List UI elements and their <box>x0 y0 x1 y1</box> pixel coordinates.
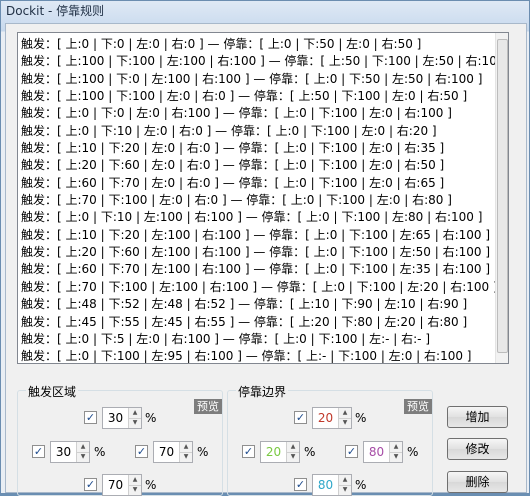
trigger-left-checkbox[interactable]: ✓ <box>32 445 45 458</box>
vertical-scrollbar[interactable] <box>495 33 508 363</box>
dock-preview-button[interactable]: 预览 <box>404 399 432 414</box>
trigger-left-spinner[interactable]: 30 ▲ ▼ <box>50 441 90 463</box>
spinner-down-icon[interactable]: ▼ <box>180 452 192 462</box>
dock-bottom-value[interactable]: 80 <box>313 475 338 495</box>
rule-row[interactable]: 触发：[ 上:10 | 下:20 | 左:0 | 右:0 ] — 停靠：[ 上:… <box>21 140 494 157</box>
rule-row[interactable]: 触发：[ 上:70 | 下:100 | 左:100 | 右:100 ] — 停靠… <box>21 279 498 296</box>
trigger-right-value[interactable]: 70 <box>154 442 179 462</box>
trigger-bottom-checkbox[interactable]: ✓ <box>84 478 97 491</box>
dock-top-spinner[interactable]: 20 ▲ ▼ <box>312 407 352 429</box>
modify-button[interactable]: 修改 <box>447 438 508 460</box>
dock-left-value[interactable]: 20 <box>261 442 286 462</box>
rule-row[interactable]: 触发：[ 上:20 | 下:60 | 左:0 | 右:0 ] — 停靠：[ 上:… <box>21 157 494 174</box>
trigger-left-percent: % <box>94 445 106 459</box>
scrollbar-thumb[interactable] <box>497 39 508 353</box>
rule-row[interactable]: 触发：[ 上:10 | 下:20 | 左:100 | 右:100 ] — 停靠：… <box>21 227 494 244</box>
spinner-arrows: ▲ ▼ <box>128 408 141 428</box>
spinner-down-icon[interactable]: ▼ <box>287 452 299 462</box>
spinner-arrows: ▲ ▼ <box>338 475 351 495</box>
spinner-arrows: ▲ ▼ <box>76 442 89 462</box>
spinner-down-icon[interactable]: ▼ <box>390 452 402 462</box>
spinner-down-icon[interactable]: ▼ <box>339 418 351 428</box>
title-bar[interactable]: Dockit - 停靠规则 <box>1 1 529 23</box>
trigger-area-group: 触发区域 预览 ✓ 30 ▲ ▼ % ✓ 30 ▲ ▼ % ✓ 70 ▲ ▼ %… <box>17 383 223 496</box>
rule-row[interactable]: 触发：[ 上:0 | 下:0 | 左:0 | 右:0 ] — 停靠：[ 上:0 … <box>21 36 494 53</box>
trigger-preview-button[interactable]: 预览 <box>194 399 222 414</box>
rule-row[interactable]: 触发：[ 上:0 | 下:100 | 左:95 | 右:100 ] — 停靠：[… <box>21 348 494 363</box>
dock-boundary-legend: 停靠边界 <box>236 383 289 400</box>
rule-row[interactable]: 触发：[ 上:100 | 下:0 | 左:100 | 右:100 ] — 停靠：… <box>21 71 494 88</box>
dock-left-percent: % <box>304 445 316 459</box>
dock-top-percent: % <box>355 411 367 425</box>
dock-top-checkbox[interactable]: ✓ <box>294 411 307 424</box>
dock-bottom-spinner[interactable]: 80 ▲ ▼ <box>312 474 352 496</box>
rule-row[interactable]: 触发：[ 上:0 | 下:0 | 左:0 | 右:100 ] — 停靠：[ 上:… <box>21 105 494 122</box>
trigger-bottom-percent: % <box>145 478 157 492</box>
rule-row[interactable]: 触发：[ 上:60 | 下:70 | 左:0 | 右:0 ] — 停靠：[ 上:… <box>21 175 494 192</box>
window-title: Dockit - 停靠规则 <box>6 4 105 18</box>
rule-row[interactable]: 触发：[ 上:45 | 下:55 | 左:45 | 右:55 ] — 停靠：[ … <box>21 314 494 331</box>
dock-top-value[interactable]: 20 <box>313 408 338 428</box>
add-button[interactable]: 增加 <box>447 406 508 428</box>
rules-list[interactable]: 触发：[ 上:0 | 下:0 | 左:0 | 右:0 ] — 停靠：[ 上:0 … <box>17 32 509 364</box>
trigger-top-percent: % <box>145 411 157 425</box>
rule-row[interactable]: 触发：[ 上:48 | 下:52 | 左:48 | 右:52 ] — 停靠：[ … <box>21 296 494 313</box>
dock-right-checkbox[interactable]: ✓ <box>345 445 358 458</box>
dockit-window: Dockit - 停靠规则 触发：[ 上:0 | 下:0 | 左:0 | 右:0… <box>0 0 530 496</box>
rule-row[interactable]: 触发：[ 上:0 | 下:5 | 左:0 | 右:100 ] — 停靠：[ 上:… <box>21 331 494 348</box>
rule-row[interactable]: 触发：[ 上:100 | 下:100 | 左:0 | 右:0 ] — 停靠：[ … <box>21 88 494 105</box>
dock-bottom-percent: % <box>355 478 367 492</box>
trigger-bottom-value[interactable]: 70 <box>103 475 128 495</box>
trigger-right-percent: % <box>197 445 209 459</box>
rule-row[interactable]: 触发：[ 上:100 | 下:100 | 左:100 | 右:100 ] — 停… <box>21 53 508 70</box>
trigger-left-value[interactable]: 30 <box>51 442 76 462</box>
dock-right-value[interactable]: 80 <box>364 442 389 462</box>
spinner-arrows: ▲ ▼ <box>389 442 402 462</box>
spinner-arrows: ▲ ▼ <box>128 475 141 495</box>
trigger-area-legend: 触发区域 <box>26 383 79 400</box>
spinner-down-icon[interactable]: ▼ <box>77 452 89 462</box>
trigger-bottom-spinner[interactable]: 70 ▲ ▼ <box>102 474 142 496</box>
spinner-down-icon[interactable]: ▼ <box>129 418 141 428</box>
trigger-top-spinner[interactable]: 30 ▲ ▼ <box>102 407 142 429</box>
rule-row[interactable]: 触发：[ 上:0 | 下:10 | 左:100 | 右:100 ] — 停靠：[… <box>21 209 494 226</box>
rule-row[interactable]: 触发：[ 上:60 | 下:70 | 左:100 | 右:100 ] — 停靠：… <box>21 261 494 278</box>
dock-left-checkbox[interactable]: ✓ <box>242 445 255 458</box>
dock-right-percent: % <box>407 445 419 459</box>
spinner-arrows: ▲ ▼ <box>338 408 351 428</box>
spinner-arrows: ▲ ▼ <box>179 442 192 462</box>
trigger-right-checkbox[interactable]: ✓ <box>135 445 148 458</box>
rule-row[interactable]: 触发：[ 上:20 | 下:60 | 左:100 | 右:100 ] — 停靠：… <box>21 244 494 261</box>
dock-right-spinner[interactable]: 80 ▲ ▼ <box>363 441 403 463</box>
dock-left-spinner[interactable]: 20 ▲ ▼ <box>260 441 300 463</box>
trigger-top-value[interactable]: 30 <box>103 408 128 428</box>
rule-row[interactable]: 触发：[ 上:0 | 下:10 | 左:0 | 右:0 ] — 停靠：[ 上:0… <box>21 123 494 140</box>
spinner-arrows: ▲ ▼ <box>286 442 299 462</box>
trigger-right-spinner[interactable]: 70 ▲ ▼ <box>153 441 193 463</box>
rules-rows: 触发：[ 上:0 | 下:0 | 左:0 | 右:0 ] — 停靠：[ 上:0 … <box>21 36 508 363</box>
dialog-client: 触发：[ 上:0 | 下:0 | 左:0 | 右:0 ] — 停靠：[ 上:0 … <box>5 23 527 496</box>
trigger-top-checkbox[interactable]: ✓ <box>84 411 97 424</box>
rule-row[interactable]: 触发：[ 上:70 | 下:100 | 左:0 | 右:0 ] — 停靠：[ 上… <box>21 192 494 209</box>
dock-boundary-group: 停靠边界 预览 ✓ 20 ▲ ▼ % ✓ 20 ▲ ▼ % ✓ 80 ▲ ▼ %… <box>227 383 433 496</box>
dock-bottom-checkbox[interactable]: ✓ <box>294 478 307 491</box>
delete-button[interactable]: 删除 <box>447 471 508 493</box>
